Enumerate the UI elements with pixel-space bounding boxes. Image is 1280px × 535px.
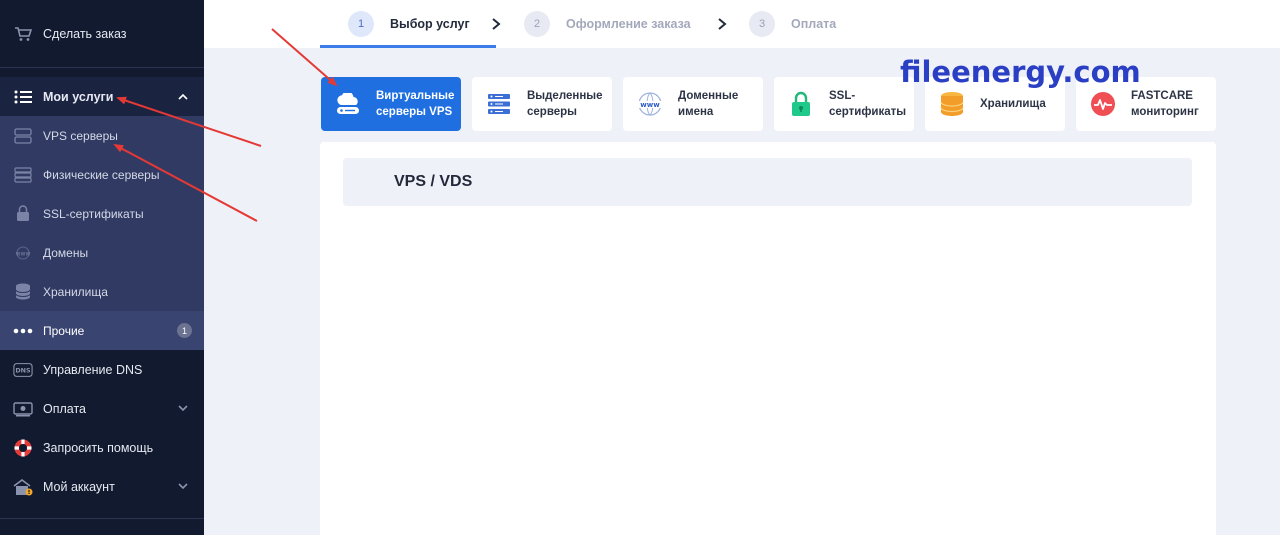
sidebar-item-label: Физические серверы	[43, 167, 160, 182]
step-label: Оформление заказа	[566, 17, 691, 31]
sidebar-divider	[0, 518, 204, 519]
wallet-icon	[13, 399, 33, 419]
cart-icon	[13, 24, 33, 44]
sidebar-item-storage[interactable]: Хранилища	[0, 272, 204, 311]
server-rack-icon	[486, 91, 512, 117]
sidebar-item-account[interactable]: Мой аккаунт	[0, 467, 204, 506]
chevron-right-icon	[718, 18, 727, 30]
svg-text:DNS: DNS	[15, 367, 31, 374]
chevron-down-icon	[178, 482, 188, 492]
step-number: 2	[524, 11, 550, 37]
sidebar-item-order[interactable]: Сделать заказ	[0, 14, 204, 53]
step-payment[interactable]: 3 Оплата	[749, 0, 836, 48]
sidebar-item-label: Сделать заказ	[43, 26, 127, 41]
sidebar-item-label: Запросить помощь	[43, 440, 154, 455]
sidebar: Сделать заказ Мои услуги VPS серверы Физ…	[0, 0, 204, 535]
server-icon	[13, 126, 33, 146]
category-label: Выделенные серверы	[527, 90, 603, 118]
active-step-indicator	[320, 45, 496, 48]
sidebar-item-label: Домены	[43, 245, 89, 260]
chevron-up-icon	[178, 92, 188, 102]
server-rack-icon	[13, 165, 33, 185]
svg-text:www: www	[640, 101, 660, 109]
category-label: Виртуальные серверы VPS	[376, 90, 455, 118]
sidebar-item-label: Мой аккаунт	[43, 479, 115, 494]
section-header: VPS / VDS	[343, 158, 1192, 206]
cloud-server-icon	[335, 91, 361, 117]
sidebar-item-label: SSL-сертификаты	[43, 206, 144, 221]
category-vps[interactable]: Виртуальные серверы VPS	[321, 77, 461, 131]
step-number: 1	[348, 11, 374, 37]
step-label: Оплата	[791, 17, 837, 31]
step-number: 3	[749, 11, 775, 37]
lock-icon	[788, 91, 814, 117]
chevron-right-icon	[492, 18, 501, 30]
sidebar-divider	[0, 67, 204, 68]
more-dots-icon	[13, 321, 33, 341]
category-label: FASTCARE мониторинг	[1131, 90, 1199, 118]
category-label: SSL- сертификаты	[829, 90, 907, 118]
category-domains[interactable]: www Доменные имена	[623, 77, 763, 131]
sidebar-item-support[interactable]: Запросить помощь	[0, 428, 204, 467]
sidebar-item-dns[interactable]: DNS Управление DNS	[0, 350, 204, 389]
list-icon	[13, 87, 33, 107]
step-select-services[interactable]: 1 Выбор услуг	[348, 0, 470, 48]
sidebar-item-label: Мои услуги	[43, 89, 114, 104]
www-globe-icon: www	[637, 91, 663, 117]
lifebuoy-icon	[13, 438, 33, 458]
sidebar-item-domains[interactable]: www Домены	[0, 233, 204, 272]
sidebar-item-dedicated[interactable]: Физические серверы	[0, 155, 204, 194]
dns-icon: DNS	[13, 360, 33, 380]
sidebar-item-other[interactable]: Прочие 1	[0, 311, 204, 350]
main-panel: VPS / VDS	[320, 142, 1216, 535]
step-checkout[interactable]: 2 Оформление заказа	[524, 0, 691, 48]
lock-icon	[13, 204, 33, 224]
chevron-down-icon	[178, 404, 188, 414]
pulse-icon	[1090, 91, 1116, 117]
sidebar-item-label: Оплата	[43, 401, 86, 416]
svg-text:www: www	[16, 250, 31, 257]
account-house-icon	[13, 477, 33, 497]
step-label: Выбор услуг	[390, 17, 470, 31]
sidebar-item-label: Управление DNS	[43, 362, 143, 377]
watermark: fileenergy.com	[900, 55, 1141, 89]
category-dedicated[interactable]: Выделенные серверы	[472, 77, 612, 131]
database-icon	[13, 282, 33, 302]
category-label: Доменные имена	[678, 90, 739, 118]
sidebar-item-label: Хранилища	[43, 284, 108, 299]
www-icon: www	[13, 243, 33, 263]
sidebar-item-ssl[interactable]: SSL-сертификаты	[0, 194, 204, 233]
sidebar-item-billing[interactable]: Оплата	[0, 389, 204, 428]
count-badge: 1	[177, 323, 192, 338]
sidebar-item-services[interactable]: Мои услуги	[0, 77, 204, 116]
order-stepper: 1 Выбор услуг 2 Оформление заказа 3 Опла…	[204, 0, 1280, 48]
section-title: VPS / VDS	[394, 173, 473, 190]
category-ssl[interactable]: SSL- сертификаты	[774, 77, 914, 131]
category-label: Хранилища	[980, 98, 1046, 110]
sidebar-item-label: Прочие	[43, 323, 85, 338]
sidebar-item-vps[interactable]: VPS серверы	[0, 116, 204, 155]
storage-icon	[939, 91, 965, 117]
sidebar-item-label: VPS серверы	[43, 128, 118, 143]
